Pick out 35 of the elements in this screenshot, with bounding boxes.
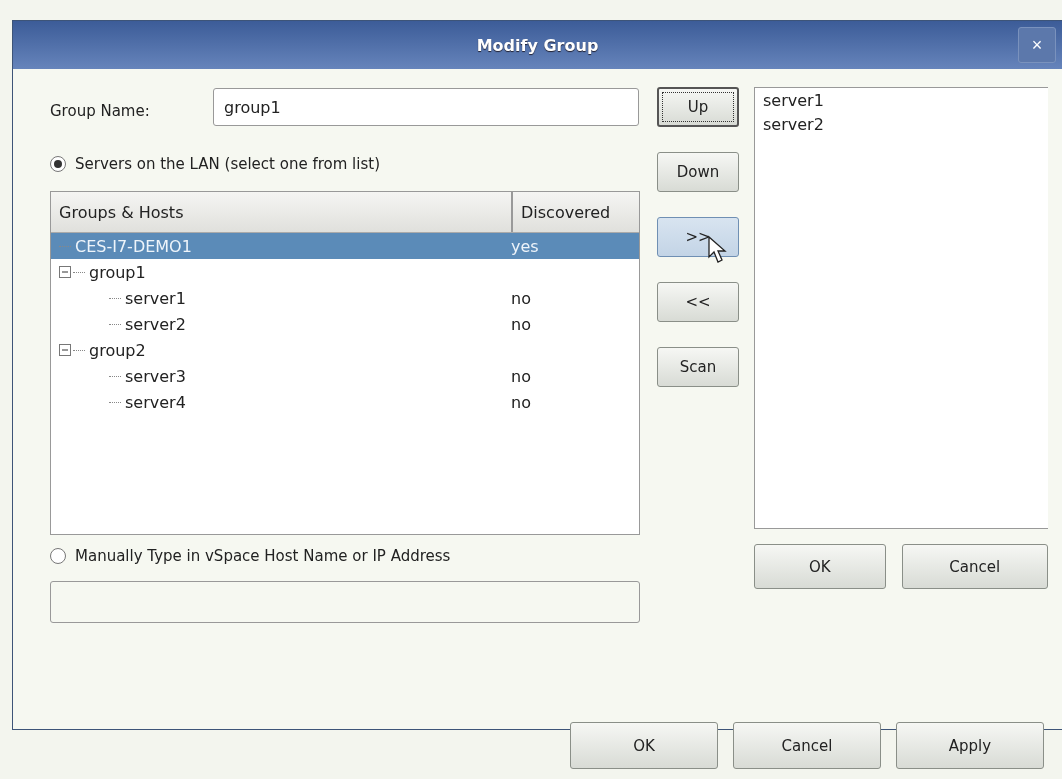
radio-label: Servers on the LAN (select one from list): [75, 155, 380, 173]
discovered-value: no: [510, 314, 531, 334]
group-name-field[interactable]: group1: [213, 88, 639, 126]
side-button[interactable]: Scan: [657, 347, 739, 387]
host-address-field[interactable]: [50, 581, 640, 623]
discovered-value: no: [510, 288, 531, 308]
dialog-title: Modify Group: [476, 35, 599, 55]
discovered-value: no: [510, 366, 531, 386]
window-button[interactable]: OK: [570, 722, 718, 769]
discovered-value: yes: [510, 236, 539, 256]
dialog-button[interactable]: OK: [754, 544, 886, 589]
dialog-button[interactable]: Cancel: [901, 544, 1048, 589]
list-item[interactable]: server2: [763, 115, 824, 139]
tree-host[interactable]: server2: [125, 314, 186, 334]
side-button[interactable]: Down: [657, 152, 739, 192]
radio-label: Manually Type in vSpace Host Name or IP Address: [75, 547, 451, 565]
tree-host[interactable]: server1: [125, 288, 186, 308]
tree-group[interactable]: group1: [89, 262, 146, 282]
close-button[interactable]: ×: [1018, 27, 1056, 63]
collapse-icon[interactable]: [59, 344, 71, 356]
radio-button[interactable]: [50, 548, 66, 564]
column-header[interactable]: Discovered: [513, 192, 611, 232]
field-label: Group Name:: [50, 101, 151, 120]
window-button[interactable]: Apply: [896, 722, 1044, 769]
side-button[interactable]: Up: [657, 87, 739, 127]
tree-host[interactable]: server4: [125, 392, 186, 412]
discovered-value: no: [510, 392, 531, 412]
window-button[interactable]: Cancel: [733, 722, 881, 769]
side-button[interactable]: <<: [657, 282, 739, 322]
list-item[interactable]: server1: [763, 91, 824, 115]
tree-host[interactable]: server3: [125, 366, 186, 386]
side-button[interactable]: >>: [657, 217, 739, 257]
radio-button[interactable]: [50, 156, 66, 172]
tree-group[interactable]: group2: [89, 340, 146, 360]
collapse-icon[interactable]: [59, 266, 71, 278]
